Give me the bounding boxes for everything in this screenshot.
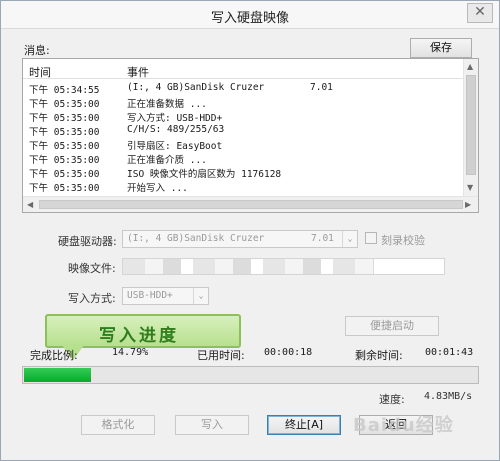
chevron-down-icon: ⌄ (193, 288, 208, 304)
image-file-label: 映像文件: (68, 262, 116, 275)
close-icon: ✕ (474, 4, 486, 20)
write-disk-image-window: 写入硬盘映像 ✕ 消息: 保存 时间 事件 下午 05:34:55 (I:, 4 … (0, 0, 500, 461)
log-row: 下午 05:35:00 引导扇区: EasyBoot (29, 141, 223, 152)
log-header: 时间 事件 (23, 59, 464, 79)
save-button[interactable]: 保存 (410, 38, 472, 58)
drive-select[interactable]: (I:, 4 GB)SanDisk Cruzer 7.01 ⌄ (122, 230, 358, 248)
verify-checkbox[interactable] (365, 232, 377, 244)
image-file-field[interactable] (122, 258, 445, 275)
vertical-scroll-thumb[interactable] (466, 75, 476, 175)
scroll-down-icon[interactable]: ▼ (467, 183, 473, 192)
log-row: 下午 05:35:00 写入方式: USB-HDD+ (29, 113, 223, 124)
scroll-right-icon[interactable]: ▶ (465, 200, 471, 209)
speed-value: 4.83MB/s (424, 391, 473, 402)
horizontal-scroll-thumb[interactable] (39, 200, 463, 209)
write-method-label: 写入方式: (68, 292, 116, 305)
vertical-scrollbar[interactable]: ▲ ▼ (463, 59, 478, 197)
log-row: 下午 05:35:00 C/H/S: 489/255/63 (29, 124, 225, 138)
ratio-label: 完成比例: (30, 349, 78, 362)
write-button[interactable]: 写入 (175, 415, 249, 435)
log-row: 下午 05:35:00 正在准备数据 ... (29, 99, 207, 110)
chevron-down-icon: ⌄ (342, 231, 357, 247)
horizontal-scrollbar[interactable]: ◀ ▶ (23, 196, 478, 212)
quick-boot-button[interactable]: 便捷启动 (345, 316, 439, 336)
callout-text: 写入进度 (99, 326, 179, 346)
scroll-up-icon[interactable]: ▲ (467, 62, 473, 71)
log-row: 下午 05:35:00 开始写入 ... (29, 183, 188, 194)
progress-fill (24, 368, 91, 382)
column-event[interactable]: 事件 (127, 64, 149, 80)
messages-label: 消息: (24, 44, 50, 57)
message-log[interactable]: 时间 事件 下午 05:34:55 (I:, 4 GB)SanDisk Cruze… (22, 58, 479, 213)
column-time[interactable]: 时间 (29, 64, 51, 80)
log-row: 下午 05:35:00 正在准备介质 ... (29, 155, 207, 166)
log-row: 下午 05:34:55 (I:, 4 GB)SanDisk Cruzer 7.01 (29, 82, 333, 96)
stop-button[interactable]: 终止[A] (267, 415, 341, 435)
speed-label: 速度: (379, 393, 405, 406)
progress-bar (22, 366, 479, 384)
title-bar: 写入硬盘映像 ✕ (1, 1, 499, 29)
close-button[interactable]: ✕ (467, 3, 493, 23)
ratio-value: 14.79% (112, 347, 149, 358)
remaining-value: 00:01:43 (425, 347, 474, 358)
elapsed-label: 已用时间: (197, 349, 245, 362)
progress-callout: 写入进度 (45, 314, 241, 348)
scroll-left-icon[interactable]: ◀ (27, 200, 33, 209)
verify-label: 刻录校验 (381, 234, 425, 247)
log-row: 下午 05:35:00 ISO 映像文件的扇区数为 1176128 (29, 169, 282, 180)
drive-label: 硬盘驱动器: (58, 235, 117, 248)
window-title: 写入硬盘映像 (210, 11, 289, 26)
remaining-label: 剩余时间: (355, 349, 403, 362)
elapsed-value: 00:00:18 (264, 347, 313, 358)
write-method-select[interactable]: USB-HDD+ ⌄ (122, 287, 209, 305)
baidu-watermark: Baidu经验 (353, 415, 454, 436)
format-button[interactable]: 格式化 (81, 415, 155, 435)
